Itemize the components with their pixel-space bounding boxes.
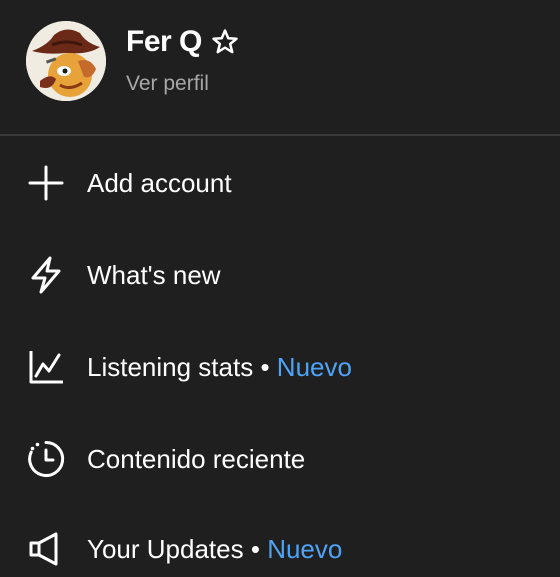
divider [0, 134, 560, 136]
megaphone-icon [26, 529, 66, 569]
avatar[interactable] [26, 21, 106, 101]
view-profile-link[interactable]: Ver perfil [126, 72, 209, 96]
star-icon [210, 27, 240, 57]
menu-item-label-text: Your Updates [87, 533, 244, 564]
profile-name: Fer Q [126, 25, 202, 58]
menu-item-label: Listening stats • Nuevo [87, 352, 352, 383]
separator-dot: • [250, 533, 260, 564]
profile-name-row: Fer Q [126, 22, 240, 62]
menu-item-your-updates[interactable]: Your Updates • Nuevo [0, 521, 560, 577]
menu-item-label-text: Listening stats [87, 351, 254, 382]
menu-item-whats-new[interactable]: What's new [0, 247, 560, 303]
plus-icon [26, 163, 66, 203]
menu-item-add-account[interactable]: Add account [0, 155, 560, 211]
profile-header[interactable]: Fer Q Ver perfil [0, 0, 560, 134]
menu-item-label: What's new [87, 259, 221, 290]
lightning-icon [26, 255, 66, 295]
menu-item-label: Contenido reciente [87, 443, 306, 474]
new-badge: Nuevo [276, 351, 352, 382]
menu-item-label: Add account [87, 167, 232, 198]
menu-item-recent-content[interactable]: Contenido reciente [0, 431, 560, 487]
menu-item-listening-stats[interactable]: Listening stats • Nuevo [0, 339, 560, 395]
line-chart-icon [26, 347, 66, 387]
history-clock-icon [26, 439, 66, 479]
new-badge: Nuevo [267, 533, 343, 564]
separator-dot: • [260, 351, 270, 382]
